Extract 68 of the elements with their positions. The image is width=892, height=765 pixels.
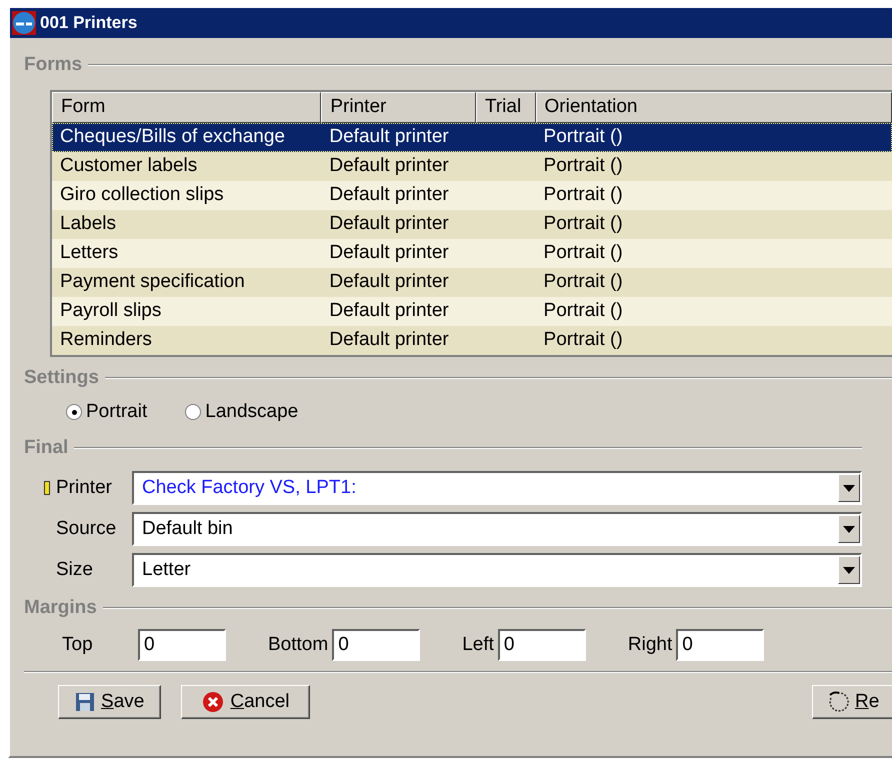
field-label: Bottom	[268, 634, 328, 656]
column-header[interactable]: Orientation	[536, 92, 892, 123]
table-cell-text: Portrait ()	[542, 328, 624, 352]
table-cell-text: Payroll slips	[59, 299, 162, 323]
dropdown-arrow-icon	[843, 484, 855, 492]
section-heading: Margins	[24, 597, 97, 619]
table-cell-text: Portrait ()	[542, 270, 624, 294]
column-header[interactable]: Trial	[476, 92, 536, 123]
radio-button[interactable]	[66, 404, 82, 420]
table-cell-text: Portrait ()	[542, 241, 624, 265]
table-cell-text: Portrait ()	[542, 125, 624, 149]
table-cell-text: Portrait ()	[542, 299, 624, 323]
radio-option[interactable]: Portrait	[66, 401, 148, 423]
table-row[interactable]: Reminders Default printer Portrait ()	[52, 326, 892, 355]
dropdown-field[interactable]: Check Factory VS, LPT1:	[132, 471, 862, 505]
table-row[interactable]: Giro collection slips Default printer Portrait ()	[52, 181, 892, 210]
field-label: Source	[56, 518, 118, 540]
table-row[interactable]: Payment specification Default printer Portrait ()	[52, 268, 892, 297]
table-cell-text: Cheques/Bills of exchange	[59, 125, 286, 149]
column-header[interactable]: Form	[52, 92, 322, 123]
section-heading: Final	[24, 437, 68, 459]
table-cell-text: Payment specification	[59, 270, 246, 294]
field-label: Left	[462, 634, 494, 656]
field-label: Size	[56, 559, 94, 581]
table-cell-text: Default printer	[328, 125, 450, 149]
table-cell-text: Default printer	[328, 270, 450, 294]
input-field[interactable]: 0	[332, 629, 420, 661]
table-row[interactable]: Payroll slips Default printer Portrait ()	[52, 297, 892, 326]
reset-button[interactable]: Re	[812, 685, 892, 719]
table-row[interactable]: Cheques/Bills of exchange Default printer Portrait ()	[52, 123, 892, 152]
field-label: Right	[628, 634, 672, 656]
section-heading: Forms	[24, 54, 82, 76]
column-header[interactable]: Printer	[321, 92, 476, 123]
table-cell-text: Portrait ()	[542, 212, 624, 236]
table-row[interactable]: Letters Default printer Portrait ()	[52, 239, 892, 268]
window-title: 001 Printers	[40, 13, 138, 33]
table-cell-text: Default printer	[328, 299, 450, 323]
app-logo-icon	[12, 11, 36, 35]
table-cell-text: Default printer	[328, 212, 450, 236]
table-cell-text: Giro collection slips	[59, 183, 225, 207]
table-cell-text: Default printer	[328, 241, 450, 265]
field-label: Top	[62, 634, 94, 656]
field-label: Printer	[56, 477, 113, 499]
table-cell-text: Default printer	[328, 328, 450, 352]
table-cell-text: Letters	[59, 241, 120, 265]
dropdown-field[interactable]: Default bin	[132, 512, 862, 546]
save-button[interactable]: Save	[58, 685, 162, 719]
dropdown-field[interactable]: Letter	[132, 553, 862, 587]
close-icon	[202, 691, 224, 713]
refresh-icon	[827, 691, 849, 713]
section-heading: Settings	[24, 367, 99, 389]
radio-option[interactable]: Landscape	[185, 401, 298, 423]
table-cell-text: Customer labels	[59, 154, 198, 178]
table-cell-text: Default printer	[328, 154, 450, 178]
input-field[interactable]: 0	[498, 629, 586, 661]
dropdown-arrow-icon	[843, 566, 855, 574]
table-cell-text: Default printer	[328, 183, 450, 207]
cancel-button[interactable]: Cancel	[181, 685, 310, 719]
input-field[interactable]: 0	[138, 629, 226, 661]
dropdown-arrow-icon	[843, 526, 855, 532]
table-row[interactable]: Labels Default printer Portrait ()	[52, 210, 892, 239]
table-row[interactable]: Customer labels Default printer Portrait ()	[52, 152, 892, 181]
radio-button[interactable]	[185, 404, 202, 420]
table-cell-text: Reminders	[59, 328, 153, 352]
input-field[interactable]: 0	[676, 629, 764, 661]
table-cell-text: Labels	[59, 212, 117, 236]
table-cell-text: Portrait ()	[542, 183, 624, 207]
table-cell-text: Portrait ()	[542, 154, 624, 178]
